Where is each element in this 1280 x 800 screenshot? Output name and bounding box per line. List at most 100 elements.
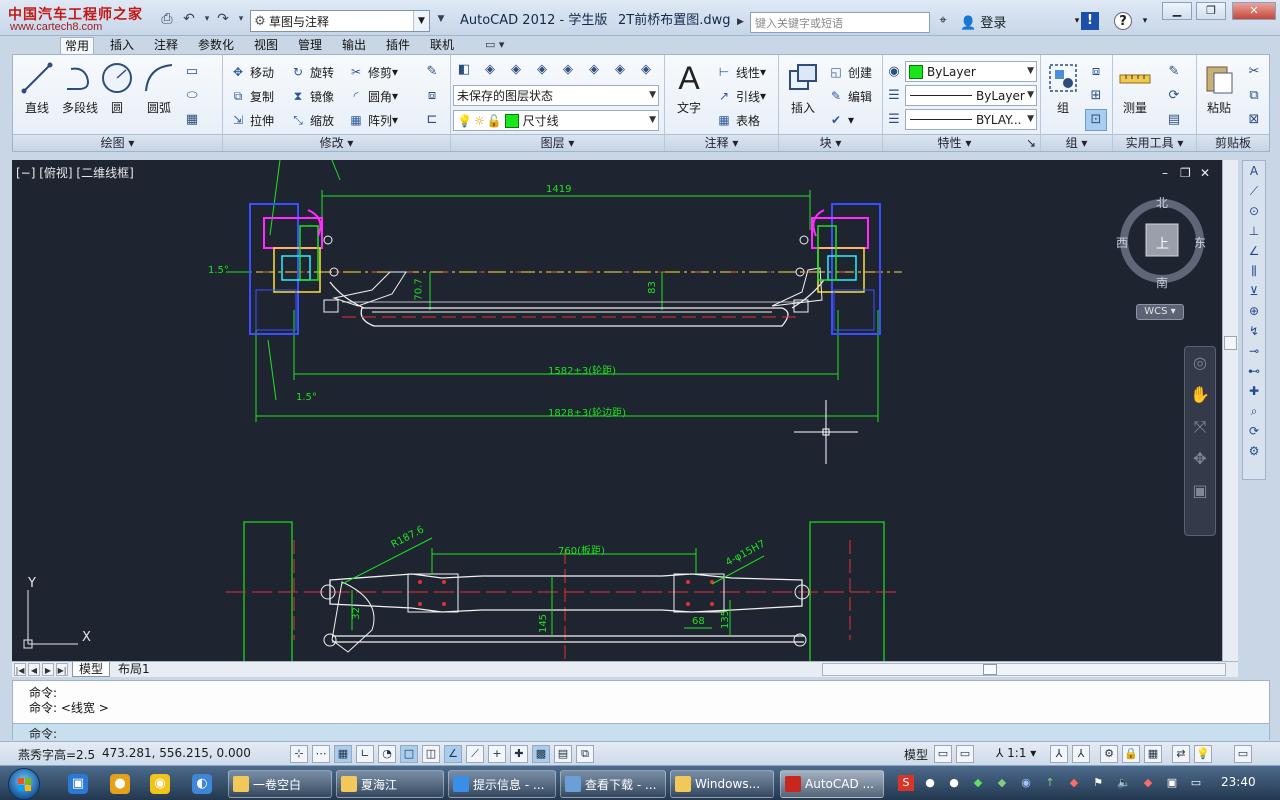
- copy-clip-icon[interactable]: ⧉: [1243, 85, 1265, 107]
- dim-space-icon[interactable]: ⊷: [1243, 361, 1265, 381]
- dim-aligned-icon[interactable]: ⟋: [1243, 181, 1265, 201]
- grid-icon[interactable]: ▦: [334, 745, 352, 763]
- dim-baseline-icon[interactable]: ⊥: [1243, 221, 1265, 241]
- workspace-select[interactable]: ⚙ 草图与注释 ▼: [250, 10, 430, 32]
- horizontal-scrollbar[interactable]: [822, 663, 1226, 676]
- tab-model[interactable]: 模型: [72, 662, 111, 677]
- close-button[interactable]: ✕: [1232, 2, 1276, 20]
- stretch-button[interactable]: ⇲ 拉伸: [229, 110, 274, 130]
- isolate-objects-icon[interactable]: ⇄: [1172, 745, 1190, 763]
- pan-icon[interactable]: ✋: [1185, 379, 1215, 411]
- security-icon[interactable]: ◆: [994, 775, 1010, 791]
- panel-groups-title[interactable]: 组 ▾: [1041, 134, 1112, 151]
- tray-app-icon[interactable]: ◆: [1140, 775, 1156, 791]
- flag-icon[interactable]: ⚑: [1090, 775, 1106, 791]
- dim-jog-icon[interactable]: ↯: [1243, 321, 1265, 341]
- drawing-canvas[interactable]: 1419 1582±3(轮距) 1828±3(轮边距) 1.5° 1.5° 70…: [12, 160, 1222, 661]
- offset-icon[interactable]: ⊏: [421, 109, 443, 131]
- help-icon[interactable]: ?: [1114, 12, 1132, 30]
- select-similar-icon[interactable]: ⟳: [1163, 85, 1185, 107]
- taskbar-item-ie1[interactable]: 提示信息 - ...: [448, 770, 556, 798]
- power-icon[interactable]: ▭: [1188, 775, 1204, 791]
- panel-properties-title[interactable]: 特性 ▾ ↘: [883, 134, 1040, 151]
- group-select-icon[interactable]: ⊡: [1085, 109, 1107, 131]
- login-button[interactable]: 👤 登录: [960, 12, 1006, 31]
- quick-view-layouts-icon[interactable]: ▭: [934, 745, 952, 763]
- lineweight-select[interactable]: BYLAY... ▼: [905, 109, 1037, 130]
- linetype-icon[interactable]: ☰: [883, 85, 905, 107]
- layer-on-icon[interactable]: ◈: [479, 59, 501, 81]
- block-attribute-button[interactable]: ✔ ▾: [827, 110, 854, 130]
- dim-update-icon[interactable]: ⟳: [1243, 421, 1265, 441]
- panel-layers-title[interactable]: 图层 ▾: [451, 134, 664, 151]
- erase-icon[interactable]: ✎: [421, 61, 443, 83]
- group-edit-icon[interactable]: ⊞: [1085, 85, 1107, 107]
- steering-wheel-icon[interactable]: ◎: [1185, 347, 1215, 379]
- browser-icon[interactable]: ◉: [150, 774, 170, 794]
- 3d-osnap-icon[interactable]: ◫: [422, 745, 440, 763]
- prev-layout-icon[interactable]: ◀: [28, 663, 40, 676]
- text-style-icon[interactable]: A: [1243, 161, 1265, 181]
- showmotion-icon[interactable]: ▣: [1185, 475, 1215, 507]
- tray-app-icon[interactable]: ◆: [1066, 775, 1082, 791]
- otrack-icon[interactable]: ∠: [444, 745, 462, 763]
- quick-select-icon[interactable]: ✎: [1163, 61, 1185, 83]
- panel-clipboard-title[interactable]: 剪贴板: [1197, 134, 1269, 151]
- ungroup-icon[interactable]: ⧈: [1085, 61, 1107, 83]
- group-button[interactable]: 组: [1043, 61, 1083, 127]
- taskbar-item-explorer[interactable]: Windows...: [670, 770, 774, 798]
- tab-plugins[interactable]: 插件: [382, 37, 414, 54]
- qq-tray-icon[interactable]: ●: [946, 775, 962, 791]
- next-layout-icon[interactable]: ▶: [42, 663, 54, 676]
- messenger-icon[interactable]: ◐: [192, 774, 212, 794]
- mirror-button[interactable]: ⧗ 镜像: [289, 86, 334, 106]
- cut-icon[interactable]: ✂: [1243, 61, 1265, 83]
- measure-button[interactable]: 测量: [1115, 61, 1155, 127]
- rectangle-icon[interactable]: ▭: [181, 61, 203, 83]
- layer-lock-icon[interactable]: ◈: [531, 59, 553, 81]
- panel-draw-title[interactable]: 绘图 ▾: [13, 134, 222, 151]
- infer-constraints-icon[interactable]: ⊹: [290, 745, 308, 763]
- calculator-icon[interactable]: ▤: [1163, 109, 1185, 131]
- layer-unisolate-icon[interactable]: ◈: [609, 59, 631, 81]
- quick-view-drawings-icon[interactable]: ▭: [956, 745, 974, 763]
- panel-annotation-title[interactable]: 注释 ▾: [665, 134, 778, 151]
- layer-previous-icon[interactable]: ◈: [635, 59, 657, 81]
- tab-online[interactable]: 联机: [426, 37, 458, 54]
- print-icon[interactable]: ⎙: [158, 10, 176, 28]
- lineweight-toggle-icon[interactable]: ✚: [510, 745, 528, 763]
- tab-annotate[interactable]: 注释: [150, 37, 182, 54]
- panel-block-title[interactable]: 块 ▾: [779, 134, 882, 151]
- create-block-button[interactable]: ◱ 创建: [827, 62, 872, 82]
- tab-manage[interactable]: 管理: [294, 37, 326, 54]
- panel-utilities-title[interactable]: 实用工具 ▾: [1113, 134, 1196, 151]
- leader-button[interactable]: ↗ 引线 ▾: [715, 86, 766, 106]
- redo-icon[interactable]: ↷: [214, 10, 232, 28]
- binoculars-icon[interactable]: ⌖: [934, 12, 952, 30]
- orbit-icon[interactable]: ✥: [1185, 443, 1215, 475]
- color-select[interactable]: ByLayer ▼: [905, 61, 1037, 82]
- update-icon[interactable]: ◉: [1018, 775, 1034, 791]
- layer-match-icon[interactable]: ◈: [557, 59, 579, 81]
- workspace-switch-icon[interactable]: ⚙: [1100, 745, 1118, 763]
- ducs-icon[interactable]: ⟋: [466, 745, 484, 763]
- zoom-icon[interactable]: ⤧: [1185, 411, 1215, 443]
- compass-west[interactable]: 西: [1116, 234, 1128, 251]
- clean-screen-icon[interactable]: ▭: [1234, 745, 1252, 763]
- dim-angle-icon[interactable]: ∠: [1243, 241, 1265, 261]
- insert-button[interactable]: 插入: [781, 61, 825, 127]
- layer-isolate-icon[interactable]: ◈: [583, 59, 605, 81]
- viewport-close-icon[interactable]: ✕: [1200, 166, 1210, 180]
- clock[interactable]: 23:40: [1221, 775, 1256, 789]
- taskbar-item-folder2[interactable]: 夏海江: [336, 770, 444, 798]
- tab-insert[interactable]: 插入: [106, 37, 138, 54]
- explode-icon[interactable]: ⧈: [421, 85, 443, 107]
- text-button[interactable]: A 文字: [669, 61, 709, 127]
- scrollbar-thumb[interactable]: [1224, 336, 1237, 350]
- taskbar-item-ie2[interactable]: 查看下载 - ...: [560, 770, 666, 798]
- move-button[interactable]: ✥ 移动: [229, 62, 274, 82]
- tab-parametric[interactable]: 参数化: [194, 37, 238, 54]
- tab-view[interactable]: 视图: [250, 37, 282, 54]
- fillet-button[interactable]: ◜ 圆角 ▾: [347, 86, 398, 106]
- taskbar-item-folder1[interactable]: 一卷空白: [228, 770, 332, 798]
